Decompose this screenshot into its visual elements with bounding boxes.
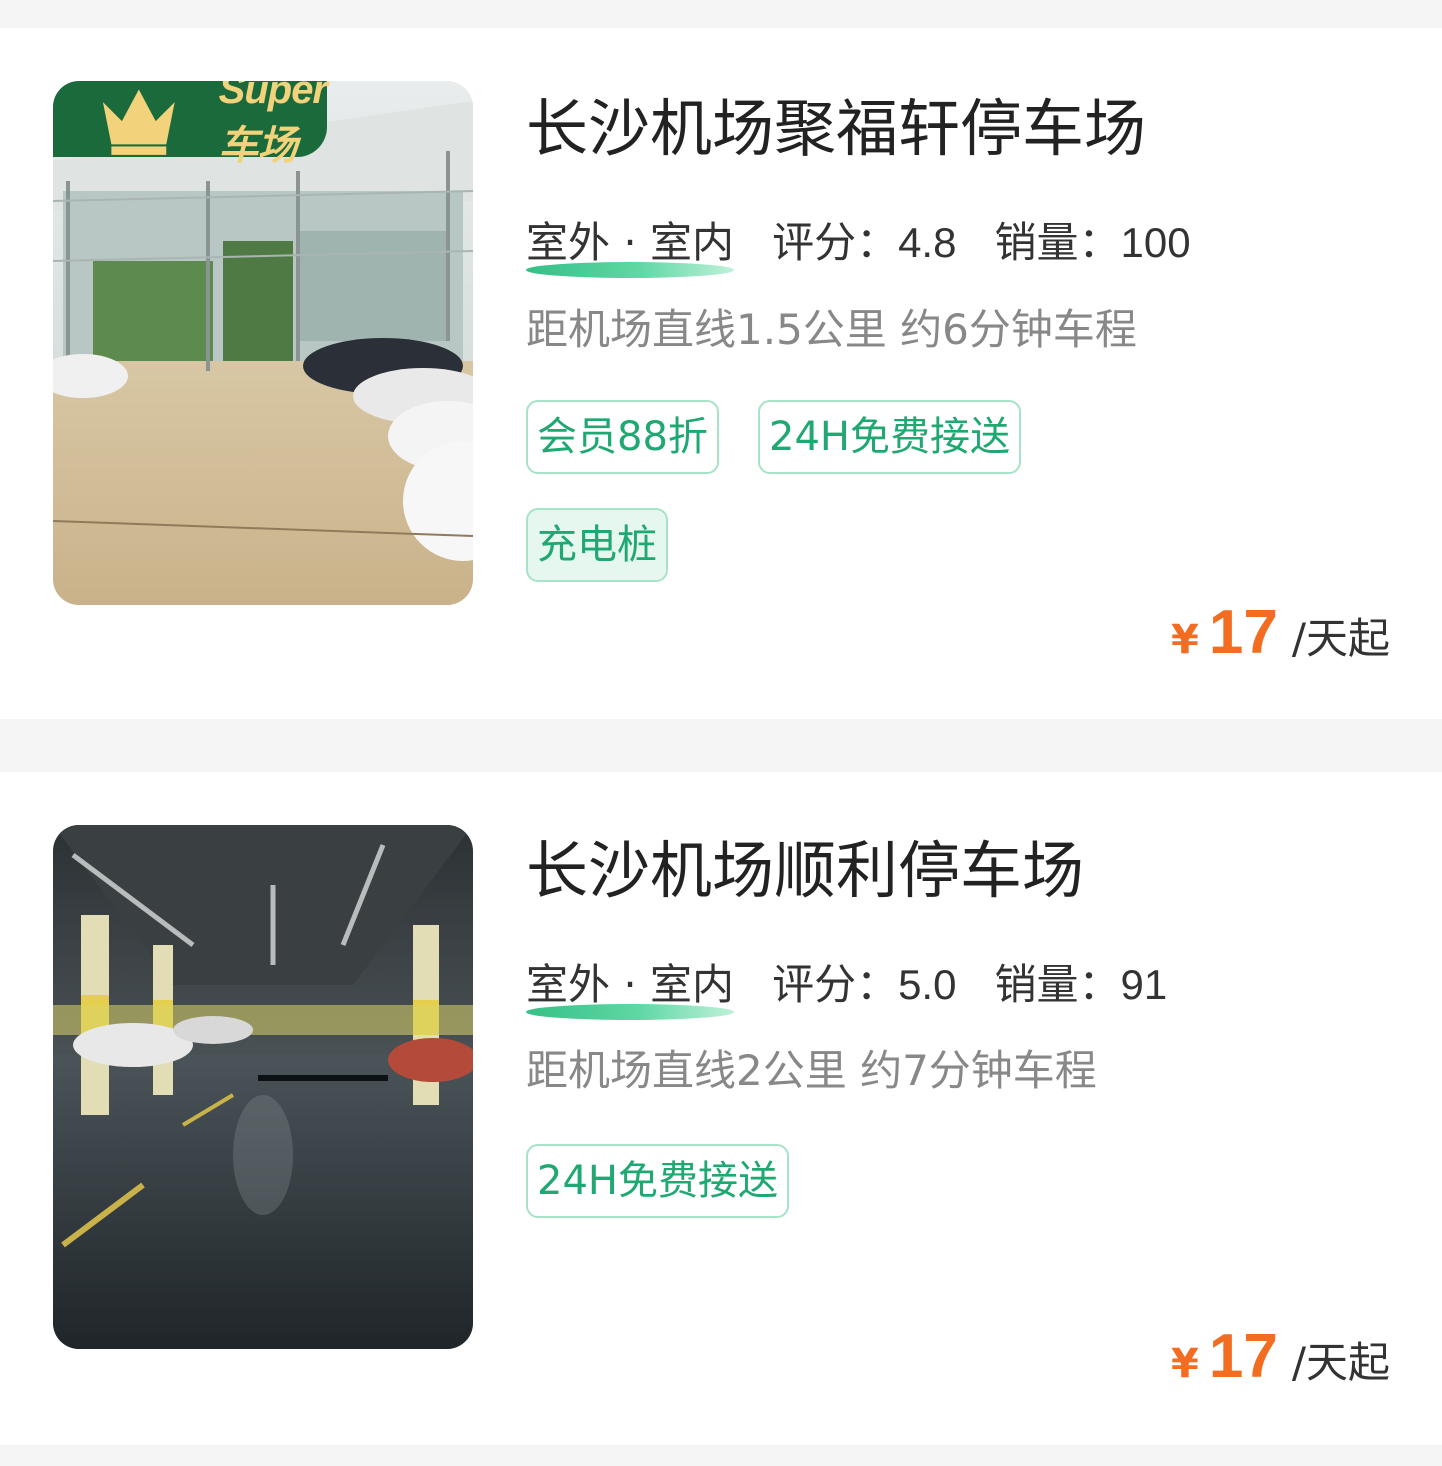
distance-info: 距机场直线2公里 约7分钟车程 — [526, 1046, 1097, 1095]
tag-member-discount: 会员88折 — [526, 400, 719, 474]
price: ¥ 17 /天起 — [1171, 602, 1390, 664]
super-lot-badge: Super车场 — [53, 81, 328, 168]
parking-type: 室外 · 室内 — [526, 964, 735, 1020]
price: ¥ 17 /天起 — [1171, 1326, 1390, 1388]
parking-lot-card[interactable]: 长沙机场顺利停车场 室外 · 室内 评分： 5.0 销量： 91 距机场直线2公… — [0, 772, 1442, 1445]
parking-lot-photo[interactable]: Super车场 — [53, 81, 473, 605]
sales-label: 销量： — [994, 218, 1121, 267]
sales-label: 销量： — [994, 960, 1121, 1009]
sales-value: 100 — [1120, 219, 1191, 266]
parking-type-label: 室外 · 室内 — [526, 218, 735, 267]
rating-value: 5.0 — [898, 961, 957, 1008]
tag-free-shuttle: 24H免费接送 — [526, 1144, 789, 1218]
parking-lot-meta: 室外 · 室内 评分： 5.0 销量： 91 — [526, 960, 1168, 1020]
distance-info: 距机场直线1.5公里 约6分钟车程 — [526, 305, 1137, 354]
parking-lot-meta: 室外 · 室内 评分： 4.8 销量： 100 — [526, 218, 1191, 278]
super-lot-badge-label: Super车场 — [218, 81, 328, 168]
sales-value: 91 — [1120, 961, 1168, 1008]
tag-charging-pile: 充电桩 — [526, 508, 668, 582]
crown-icon — [102, 89, 175, 155]
price-unit: /天起 — [1291, 614, 1390, 663]
price-amount: 17 — [1208, 598, 1278, 667]
parking-lot-name[interactable]: 长沙机场聚福轩停车场 — [526, 98, 1146, 160]
underground-garage-image — [53, 825, 473, 1349]
rating-label: 评分： — [772, 218, 899, 267]
parking-type: 室外 · 室内 — [526, 222, 735, 278]
currency-symbol: ¥ — [1171, 1341, 1199, 1387]
price-amount: 17 — [1208, 1322, 1278, 1391]
parking-lot-photo[interactable] — [53, 825, 473, 1349]
rating-label: 评分： — [772, 960, 899, 1009]
parking-lot-card[interactable]: Super车场 长沙机场聚福轩停车场 室外 · 室内 评分： 4.8 销量： 1… — [0, 28, 1442, 719]
tag-free-shuttle: 24H免费接送 — [758, 400, 1021, 474]
parking-type-label: 室外 · 室内 — [526, 960, 735, 1009]
price-unit: /天起 — [1291, 1338, 1390, 1387]
rating-value: 4.8 — [898, 219, 957, 266]
currency-symbol: ¥ — [1171, 617, 1199, 663]
parking-lot-name[interactable]: 长沙机场顺利停车场 — [526, 840, 1084, 902]
